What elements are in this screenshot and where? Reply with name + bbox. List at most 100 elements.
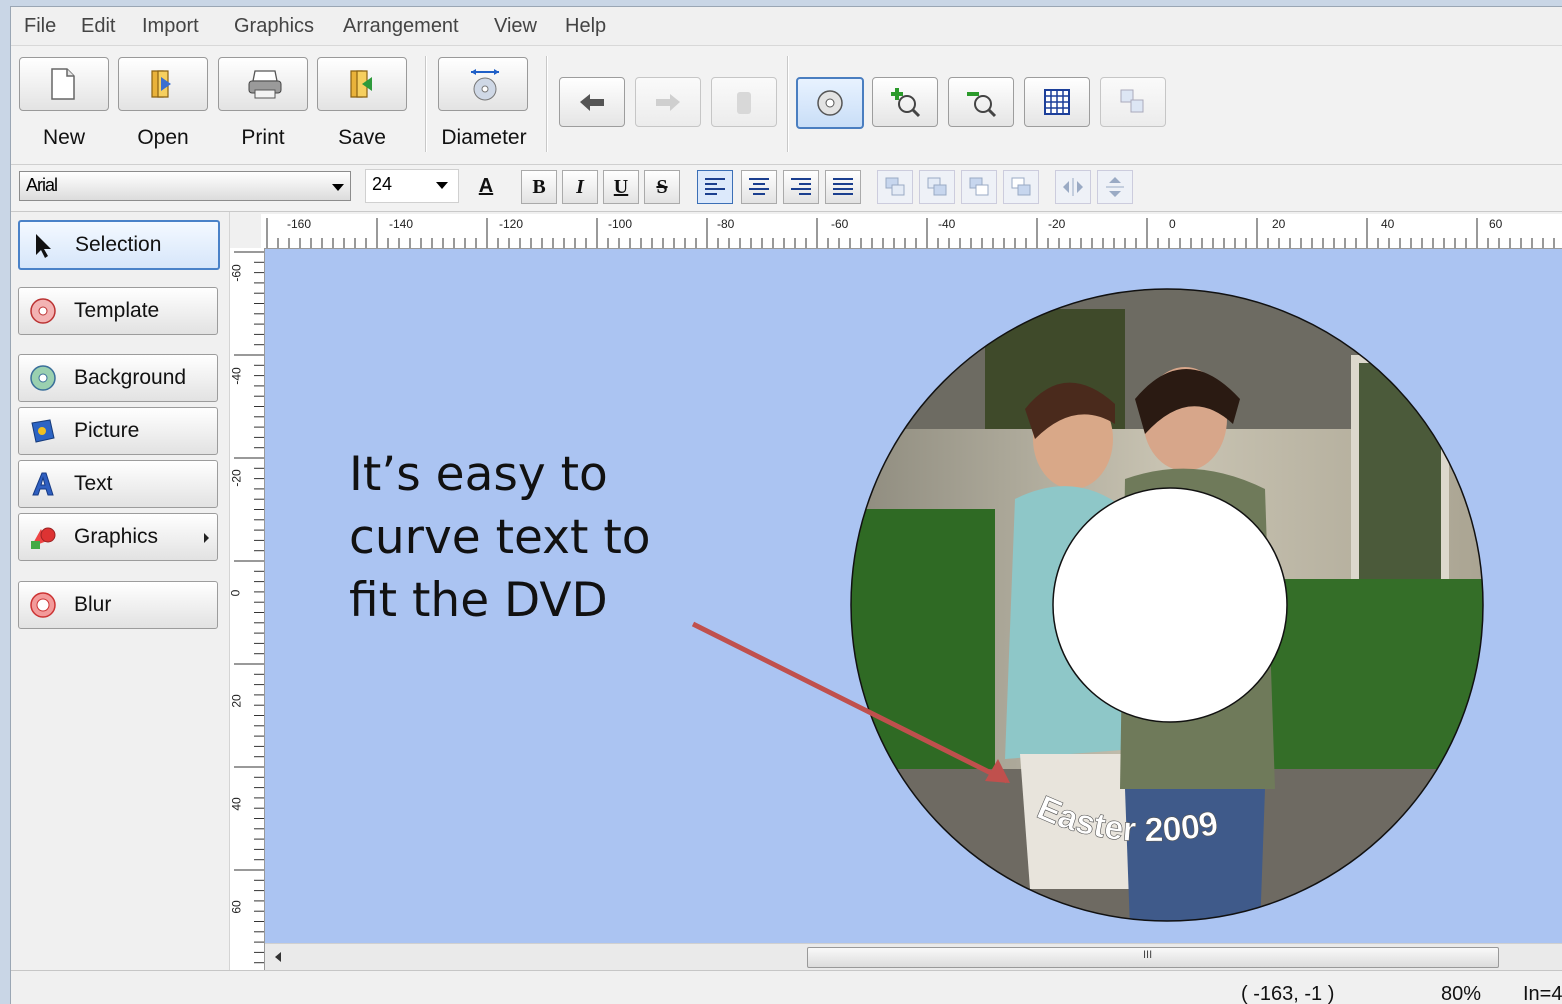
menu-help[interactable]: Help xyxy=(565,15,606,38)
format-toolbar: Arial 24 A B I U S xyxy=(11,165,1562,212)
font-size-select[interactable]: 24 xyxy=(365,169,459,203)
italic-button[interactable]: I xyxy=(562,170,598,204)
graphics-tool-button[interactable]: Graphics xyxy=(18,513,218,561)
grid-icon xyxy=(1044,89,1070,115)
delete-button[interactable] xyxy=(711,77,777,127)
blur-tool-button[interactable]: Blur xyxy=(18,581,218,629)
menu-file[interactable]: File xyxy=(24,15,56,38)
ruler-label: 20 xyxy=(1272,217,1286,231)
text-tool-button[interactable]: Text xyxy=(18,460,218,508)
justify-button[interactable] xyxy=(825,170,861,204)
background-icon xyxy=(30,365,56,391)
redo-icon xyxy=(656,94,680,111)
disc-icon xyxy=(817,90,843,116)
diameter-label: Diameter xyxy=(441,126,527,149)
align-right-icon xyxy=(791,178,811,195)
send-backward-icon xyxy=(969,177,989,196)
flip-horizontal-icon xyxy=(1063,178,1083,196)
bring-front-button[interactable] xyxy=(877,170,913,204)
blur-icon xyxy=(30,592,56,618)
callout-line: curve text to xyxy=(349,510,651,565)
status-bar: ( -163, -1 ) 80% In=4 xyxy=(11,970,1562,1004)
menu-bar: File Edit Import Graphics Arrangement Vi… xyxy=(11,7,1562,43)
ruler-label: 0 xyxy=(1169,217,1176,231)
cursor-coordinates: ( -163, -1 ) xyxy=(1241,983,1335,1004)
status-extra: In=4 xyxy=(1523,983,1562,1004)
align-right-button[interactable] xyxy=(783,170,819,204)
save-label: Save xyxy=(338,126,386,149)
font-family-select[interactable]: Arial xyxy=(19,171,351,201)
strike-button[interactable]: S xyxy=(644,170,680,204)
ruler-label: -60 xyxy=(230,264,244,282)
scroll-left-arrow-icon[interactable] xyxy=(275,952,281,962)
font-color-button[interactable]: A xyxy=(469,170,503,202)
design-canvas[interactable]: Easter 2009 It’s easy to curve text to f… xyxy=(265,249,1562,943)
template-tool-button[interactable]: Template xyxy=(18,287,218,335)
redo-button[interactable] xyxy=(635,77,701,127)
selection-tool-button[interactable]: Selection xyxy=(18,220,220,270)
save-button[interactable] xyxy=(317,57,407,111)
save-icon xyxy=(350,70,372,98)
vertical-ruler: -60 -40 -20 0 20 40 60 xyxy=(230,248,265,970)
ruler-label: 20 xyxy=(230,694,244,708)
background-tool-label: Background xyxy=(74,366,187,389)
open-button[interactable] xyxy=(118,57,208,111)
background-tool-button[interactable]: Background xyxy=(18,354,218,402)
picture-tool-button[interactable]: Picture xyxy=(18,407,218,455)
zoom-in-button[interactable] xyxy=(872,77,938,127)
arrange-button[interactable] xyxy=(1100,77,1166,127)
menu-view[interactable]: View xyxy=(494,15,537,38)
ruler-label: -20 xyxy=(1048,217,1066,231)
ruler-label: 40 xyxy=(230,797,244,811)
ruler-label: -140 xyxy=(389,217,414,231)
ruler-label: -60 xyxy=(831,217,849,231)
ruler-label: -20 xyxy=(230,469,244,487)
font-family-value: Arial xyxy=(26,175,58,195)
flip-horizontal-button[interactable] xyxy=(1055,170,1091,204)
new-button[interactable] xyxy=(19,57,109,111)
zoom-in-icon xyxy=(891,88,921,118)
new-document-icon xyxy=(51,68,75,100)
send-backward-button[interactable] xyxy=(961,170,997,204)
ruler-label: 0 xyxy=(230,590,242,597)
horizontal-scrollbar[interactable]: III xyxy=(265,943,1562,970)
scrollbar-thumb[interactable]: III xyxy=(807,947,1499,968)
diameter-button[interactable] xyxy=(438,57,528,111)
align-left-button[interactable] xyxy=(697,170,733,204)
arrange-icon xyxy=(1120,89,1144,113)
submenu-arrow-icon xyxy=(204,533,209,543)
blur-tool-label: Blur xyxy=(74,593,112,616)
diameter-icon xyxy=(471,69,499,101)
grid-button[interactable] xyxy=(1024,77,1090,127)
new-label: New xyxy=(42,126,85,149)
flip-vertical-button[interactable] xyxy=(1097,170,1133,204)
callout-line: It’s easy to xyxy=(349,447,608,502)
disc-hole xyxy=(1052,487,1288,723)
menu-arrangement[interactable]: Arrangement xyxy=(343,15,459,38)
zoom-out-icon xyxy=(967,92,997,118)
horizontal-ruler-ticks xyxy=(266,218,1555,248)
underline-button[interactable]: U xyxy=(603,170,639,204)
picture-icon xyxy=(31,419,55,443)
print-button[interactable] xyxy=(218,57,308,111)
cursor-icon xyxy=(36,234,51,258)
menu-import[interactable]: Import xyxy=(142,15,199,38)
send-back-button[interactable] xyxy=(1003,170,1039,204)
menu-edit[interactable]: Edit xyxy=(81,15,115,38)
bring-forward-button[interactable] xyxy=(919,170,955,204)
bold-button[interactable]: B xyxy=(521,170,557,204)
ruler-corner xyxy=(230,214,261,248)
chevron-down-icon xyxy=(436,182,448,189)
flip-vertical-icon xyxy=(1106,177,1124,197)
menu-graphics[interactable]: Graphics xyxy=(234,15,314,38)
bring-forward-icon xyxy=(927,177,947,196)
disc-view-button[interactable] xyxy=(796,77,864,129)
app-window: File Edit Import Graphics Arrangement Vi… xyxy=(10,6,1562,1004)
align-center-button[interactable] xyxy=(741,170,777,204)
printer-icon xyxy=(248,70,282,99)
undo-button[interactable] xyxy=(559,77,625,127)
ruler-label: -80 xyxy=(717,217,735,231)
zoom-out-button[interactable] xyxy=(948,77,1014,127)
text-icon xyxy=(32,472,54,496)
ruler-label: -120 xyxy=(499,217,524,231)
